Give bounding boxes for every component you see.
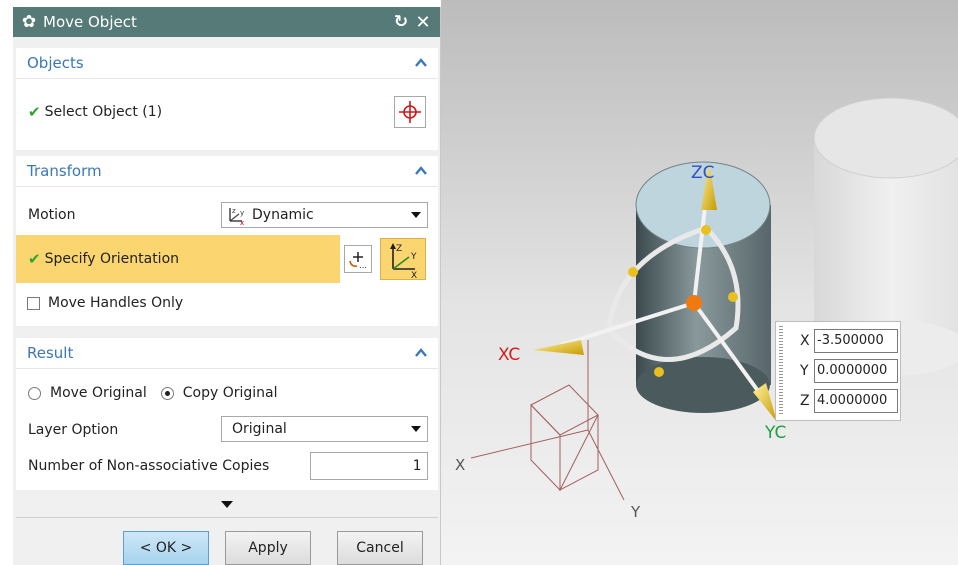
ball-handle[interactable] [628, 267, 638, 277]
move-handles-only-checkbox[interactable] [27, 296, 40, 310]
layer-option-label: Layer Option [28, 422, 119, 438]
move-handles-only-label: Move Handles Only [48, 295, 184, 311]
zc-label: ZC [691, 163, 715, 183]
move-original-radio[interactable] [28, 386, 41, 400]
copy-original-label: Copy Original [182, 385, 278, 401]
copy-original-option[interactable]: Copy Original [160, 385, 278, 401]
point-dialog-button[interactable]: … [344, 245, 372, 273]
move-handles-only-row[interactable]: Move Handles Only [16, 291, 438, 315]
chevron-down-icon [411, 426, 421, 432]
copies-value: 1 [412, 458, 421, 474]
check-icon: ✔ [28, 250, 41, 268]
select-object-row[interactable]: ✔ Select Object (1) [16, 96, 438, 128]
dialog-title-bar[interactable]: ✿ Move Object ↻ ✕ [13, 7, 440, 37]
coord-z-label: Z [800, 393, 810, 409]
collapse-icon[interactable] [414, 164, 428, 178]
ball-handle[interactable] [654, 367, 664, 377]
more-options-toggle[interactable] [16, 495, 438, 513]
coord-y-input[interactable]: 0.0000000 [814, 359, 898, 383]
ball-handle[interactable] [728, 292, 738, 302]
coord-y-label: Y [800, 363, 809, 379]
coord-x-label: X [800, 333, 810, 349]
result-header[interactable]: Result [16, 338, 438, 369]
svg-text:y: y [240, 209, 244, 217]
gear-icon: ✿ [21, 12, 37, 32]
layer-option-dropdown[interactable]: Original [221, 416, 428, 442]
chevron-down-icon [411, 212, 421, 218]
coord-z-row: Z 4.0000000 [800, 389, 898, 413]
xc-label: XC [498, 345, 520, 365]
dynamic-csys-icon: z y x [229, 207, 244, 225]
expand-down-icon [221, 500, 233, 508]
csys-dialog-button[interactable]: Z Y X [380, 238, 426, 281]
coordinate-input-box: X -3.500000 Y 0.0000000 Z 4.0000000 [775, 321, 901, 421]
objects-section: Objects ✔ Select Object (1) [16, 48, 438, 150]
move-object-dialog: ✿ Move Object ↻ ✕ Objects ✔ Select Objec… [13, 7, 441, 565]
graphics-viewport[interactable]: X Y ZC XC YC X -3.500000 Y 0.0000000 Z 4… [441, 0, 958, 565]
layer-option-value: Original [232, 421, 287, 437]
csys-icon: Z Y X [390, 243, 417, 281]
select-object-label: Select Object (1) [44, 104, 163, 120]
coord-x-row: X -3.500000 [800, 329, 898, 353]
coord-y-row: Y 0.0000000 [800, 359, 898, 383]
point-plus-icon: … [349, 252, 367, 270]
apply-button[interactable]: Apply [225, 531, 311, 565]
wcs-x-label: X [455, 456, 465, 474]
copies-label: Number of Non-associative Copies [28, 458, 270, 474]
crosshair-select-button[interactable] [394, 96, 426, 128]
move-original-label: Move Original [50, 385, 147, 401]
ball-handle[interactable] [701, 225, 711, 235]
coord-z-input[interactable]: 4.0000000 [814, 389, 898, 413]
origin-handle[interactable] [686, 295, 702, 311]
dialog-title: Move Object [43, 13, 137, 31]
transform-header[interactable]: Transform [16, 156, 438, 187]
motion-value: Dynamic [252, 207, 314, 223]
specify-orientation-row[interactable]: ✔ Specify Orientation [16, 235, 340, 283]
ok-button[interactable]: < OK > [123, 531, 209, 565]
move-original-option[interactable]: Move Original [28, 385, 147, 401]
result-section: Result Move Original Copy Original Layer… [16, 338, 438, 490]
svg-text:Z: Z [396, 244, 402, 254]
motion-label: Motion [28, 207, 76, 223]
svg-text:X: X [411, 271, 417, 279]
reset-icon[interactable]: ↻ [390, 12, 412, 32]
check-icon: ✔ [28, 103, 41, 121]
svg-text:x: x [240, 219, 244, 225]
svg-text:…: … [359, 261, 367, 270]
drag-grip[interactable] [779, 326, 783, 416]
collapse-icon[interactable] [414, 56, 428, 70]
original-options-row: Move Original Copy Original [16, 380, 438, 406]
coord-x-input[interactable]: -3.500000 [814, 329, 898, 353]
copy-original-radio[interactable] [160, 386, 174, 400]
transform-header-label: Transform [27, 162, 102, 180]
viewport-canvas[interactable]: X Y ZC XC YC [441, 0, 958, 565]
objects-header-label: Objects [27, 54, 84, 72]
objects-header[interactable]: Objects [16, 48, 438, 79]
result-header-label: Result [27, 344, 74, 362]
crosshair-icon [399, 101, 421, 123]
yc-label: YC [764, 423, 786, 443]
collapse-icon[interactable] [414, 346, 428, 360]
close-icon[interactable]: ✕ [412, 12, 434, 33]
divider [16, 517, 438, 518]
copies-input[interactable]: 1 [310, 452, 428, 480]
svg-text:Y: Y [410, 252, 417, 262]
transform-section: Transform Motion z y x Dynamic ✔ Specify… [16, 156, 438, 326]
wcs-y-label: Y [630, 503, 641, 521]
motion-dropdown[interactable]: z y x Dynamic [221, 202, 428, 228]
specify-orientation-label: Specify Orientation [44, 251, 180, 267]
cancel-button[interactable]: Cancel [337, 531, 423, 565]
svg-text:z: z [232, 207, 236, 215]
